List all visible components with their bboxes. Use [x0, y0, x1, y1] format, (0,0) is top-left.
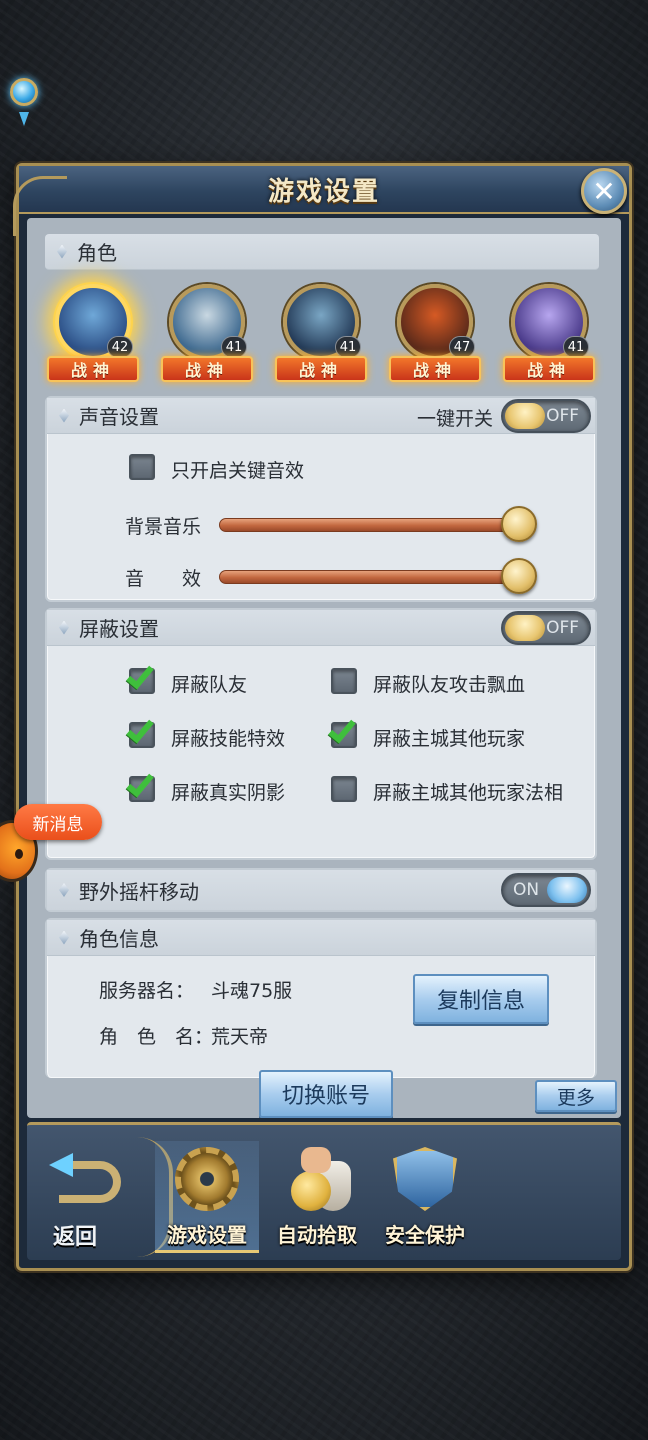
character-card[interactable]: 47 战神	[387, 278, 483, 388]
shield-option-checkbox[interactable]	[331, 776, 357, 802]
characters-title: 角色	[77, 241, 117, 265]
toggle-knob	[505, 615, 545, 641]
master-switch-label: 一键开关	[416, 408, 493, 430]
role-info-section: 角色信息 服务器名： 斗魂75服 角 色 名： 荒天帝 复制信息	[45, 918, 597, 1078]
rank-badge: 战神	[47, 356, 139, 382]
level-badge: 42	[107, 336, 133, 358]
checkmark-icon	[328, 714, 356, 744]
role-info-title: 角色信息	[79, 927, 159, 951]
settings-content: 角色 42 战神 41 战神 41 战神 47 战神 41 战神 声音设置 一键开关 OFF 只开…	[27, 218, 621, 1118]
tab-label: 游戏设置	[167, 1223, 247, 1247]
close-button[interactable]: ✕	[581, 168, 627, 214]
shield-option-checkbox[interactable]	[126, 660, 155, 694]
close-icon: ✕	[592, 174, 616, 208]
bgm-slider[interactable]	[219, 518, 519, 532]
level-badge: 41	[563, 336, 589, 358]
shield-section: 屏蔽设置 OFF 屏蔽队友 屏蔽队友攻击飘血屏蔽技能特效 屏蔽主城其他玩家屏蔽真实阴…	[45, 608, 597, 860]
shield-master-toggle[interactable]: OFF	[501, 611, 591, 645]
sfx-slider[interactable]	[219, 570, 519, 584]
character-card[interactable]: 41 战神	[501, 278, 597, 388]
gear-icon	[175, 1147, 239, 1211]
tab-label: 安全保护	[385, 1223, 465, 1247]
characters-section: 角色 42 战神 41 战神 41 战神 47 战神 41 战神	[45, 234, 599, 384]
toggle-state: OFF	[546, 618, 579, 638]
shield-title: 屏蔽设置	[79, 617, 159, 641]
role-name-value: 荒天帝	[211, 1026, 269, 1048]
gem-ornament-icon	[10, 78, 38, 106]
back-button[interactable]: 返回	[45, 1153, 145, 1253]
shield-option-checkbox[interactable]	[126, 714, 155, 748]
master-sound-toggle[interactable]: OFF	[501, 399, 591, 433]
joystick-title: 野外摇杆移动	[79, 879, 199, 904]
sfx-label: 音 效	[125, 568, 202, 590]
rank-badge: 战神	[161, 356, 253, 382]
shield-option-checkbox[interactable]	[331, 668, 357, 694]
tab-label: 自动拾取	[277, 1223, 357, 1247]
server-label: 服务器名：	[99, 980, 195, 1002]
key-sound-checkbox[interactable]	[129, 454, 155, 480]
joystick-toggle[interactable]: ON	[501, 873, 591, 907]
page-title: 游戏设置	[267, 176, 380, 207]
joystick-section: 野外摇杆移动 ON	[45, 868, 597, 912]
level-badge: 41	[335, 336, 361, 358]
level-badge: 47	[449, 336, 475, 358]
title-bar: 游戏设置	[19, 166, 629, 214]
shield-option-checkbox[interactable]	[328, 714, 357, 748]
back-label: 返回	[53, 1225, 98, 1250]
diamond-icon	[59, 620, 69, 635]
tab-security[interactable]: 安全保护	[373, 1141, 477, 1253]
role-name-label: 角 色 名：	[99, 1026, 214, 1048]
rank-badge: 战神	[389, 356, 481, 382]
toggle-state: ON	[513, 880, 540, 900]
bottom-nav: 返回 游戏设置 自动拾取 安全保护	[27, 1122, 621, 1260]
shield-option-label: 屏蔽技能特效	[171, 728, 286, 750]
copy-info-button[interactable]: 复制信息	[413, 974, 549, 1024]
character-card[interactable]: 41 战神	[159, 278, 255, 388]
switch-account-button[interactable]: 切换账号	[259, 1070, 393, 1118]
diamond-icon	[59, 883, 69, 897]
sfx-slider-handle[interactable]	[501, 558, 537, 594]
checkmark-icon	[126, 714, 154, 744]
toggle-knob	[505, 403, 545, 429]
shield-option-checkbox[interactable]	[126, 768, 155, 802]
settings-panel: 游戏设置 ✕ 角色 42 战神 41 战神 41 战神 47 战神 41 战神 声音设置 一键开关…	[13, 163, 632, 1271]
checkmark-icon	[126, 768, 154, 798]
checkmark-icon	[126, 660, 154, 690]
new-message-bubble[interactable]: 新消息	[14, 804, 102, 840]
server-value: 斗魂75服	[211, 980, 293, 1002]
tab-auto-pickup[interactable]: 自动拾取	[265, 1141, 369, 1253]
shield-option-label: 屏蔽队友攻击飘血	[373, 674, 526, 696]
shield-option-label: 屏蔽真实阴影	[171, 782, 286, 804]
diamond-icon	[59, 408, 69, 423]
shield-option-label: 屏蔽队友	[171, 674, 248, 696]
bgm-slider-handle[interactable]	[501, 506, 537, 542]
toggle-state: OFF	[546, 406, 579, 426]
shield-option-label: 屏蔽主城其他玩家法相	[373, 782, 564, 804]
level-badge: 41	[221, 336, 247, 358]
shield-option-label: 屏蔽主城其他玩家	[373, 728, 526, 750]
key-sound-label: 只开启关键音效	[171, 460, 305, 482]
character-card[interactable]: 41 战神	[273, 278, 369, 388]
more-button[interactable]: 更多	[535, 1080, 617, 1112]
tab-game-settings[interactable]: 游戏设置	[155, 1141, 259, 1253]
character-card[interactable]: 42 战神	[45, 278, 141, 388]
sound-title: 声音设置	[79, 405, 159, 429]
diamond-icon	[59, 930, 69, 945]
money-bag-icon	[285, 1147, 351, 1211]
characters-header: 角色	[45, 234, 599, 270]
bgm-label: 背景音乐	[125, 516, 202, 538]
diamond-icon	[57, 244, 67, 259]
shield-lock-icon	[393, 1147, 457, 1211]
rank-badge: 战神	[275, 356, 367, 382]
rank-badge: 战神	[503, 356, 595, 382]
toggle-knob	[547, 877, 587, 903]
sound-section: 声音设置 一键开关 OFF 只开启关键音效 背景音乐 音 效	[45, 396, 597, 602]
role-info-header: 角色信息	[47, 920, 595, 956]
